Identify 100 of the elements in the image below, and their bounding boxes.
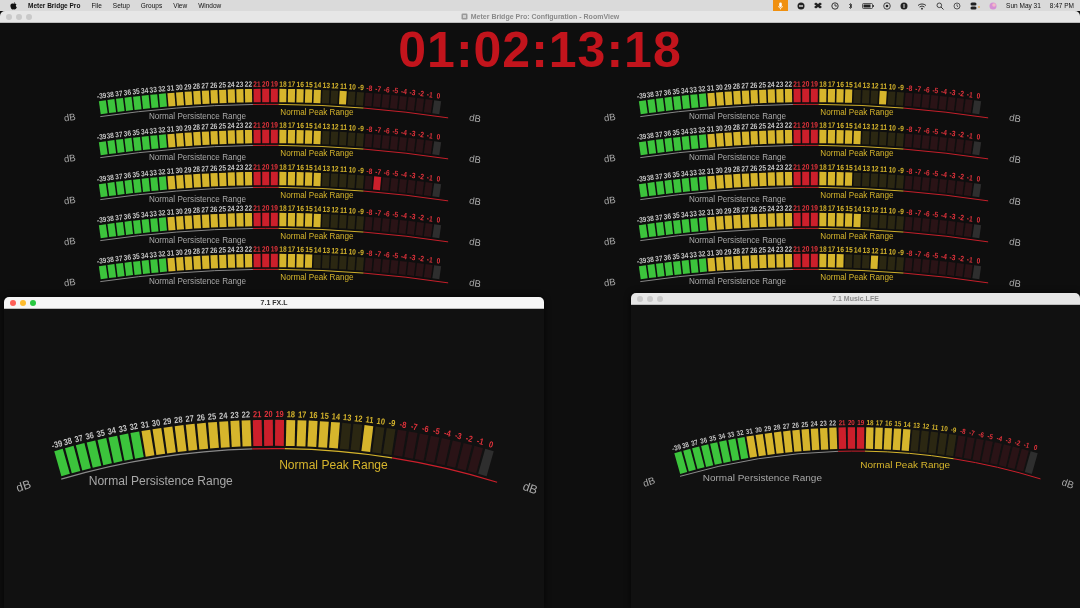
scale-label: 38	[62, 435, 74, 448]
range-label: Normal Peak Range	[820, 108, 894, 118]
unit-label: dB	[14, 477, 33, 496]
range-label: Normal Persistence Range	[689, 194, 787, 204]
record-icon[interactable]	[797, 1, 806, 10]
scale-label: -9	[387, 417, 396, 429]
scale-label: 12	[353, 413, 364, 425]
scale-label: 20	[802, 79, 810, 89]
scale-label: 19	[810, 244, 818, 255]
unit-label: dB	[468, 194, 482, 208]
range-label: Normal Persistence Range	[149, 277, 247, 287]
wifi-icon[interactable]	[917, 1, 928, 10]
unit-label: dB	[468, 152, 482, 166]
scale-label: -7	[410, 421, 419, 433]
toggle-icon[interactable]	[970, 1, 981, 10]
range-label: Normal Peak Range	[280, 232, 354, 242]
unit-label: dB	[603, 193, 617, 207]
range-label: Normal Peak Range	[820, 232, 894, 242]
scale-label: 20	[262, 79, 270, 89]
battery-icon[interactable]	[862, 1, 875, 10]
scale-label: 16	[309, 410, 318, 421]
scale-label: 22	[241, 409, 251, 420]
range-label: Normal Peak Range	[280, 190, 354, 200]
range-label: Normal Peak Range	[280, 149, 354, 159]
scale-label: -39	[50, 438, 64, 451]
scale-label: 21	[252, 409, 262, 420]
scale-label: 19	[810, 120, 818, 131]
scale-label: 33	[117, 423, 128, 435]
scale-label: 32	[128, 421, 139, 433]
range-label: Normal Persistence Range	[689, 277, 787, 287]
unit-label: dB	[521, 479, 540, 498]
unit-label: dB	[63, 276, 77, 289]
scale-label: -8	[399, 419, 408, 431]
scale-label: 30	[151, 417, 161, 429]
scale-label: 37	[73, 433, 84, 445]
unit-label: dB	[603, 152, 617, 165]
scale-label: 20	[262, 244, 270, 255]
range-label: Normal Peak Range	[820, 273, 894, 283]
boxes-icon[interactable]	[814, 1, 823, 10]
scale-label: -3	[453, 430, 463, 442]
unit-label: dB	[63, 110, 77, 124]
scale-label: 23	[230, 410, 239, 421]
scale-label: 20	[262, 203, 270, 213]
scale-label: -2	[464, 433, 474, 445]
range-label: Normal Peak Range	[279, 457, 388, 472]
apple-icon[interactable]	[10, 1, 17, 10]
range-label: Normal Peak Range	[820, 149, 894, 159]
unit-label: dB	[468, 235, 482, 249]
search-icon[interactable]	[936, 1, 945, 10]
scale-label: 26	[196, 412, 206, 423]
range-label: Normal Peak Range	[280, 108, 354, 118]
mic-icon	[778, 1, 784, 10]
range-label: Normal Peak Range	[859, 458, 950, 470]
scale-label: 19	[275, 409, 284, 420]
scale-label: 10	[376, 416, 386, 427]
scale-label: 31	[140, 419, 150, 431]
unit-label: dB	[468, 276, 482, 290]
scale-label: 36	[84, 430, 95, 442]
scale-label: -5	[432, 425, 441, 437]
unit-label: dB	[63, 152, 77, 165]
range-label: Normal Peak Range	[820, 190, 894, 200]
scale-label: 18	[286, 409, 296, 420]
scale-label: 19	[270, 161, 278, 172]
scale-label: 19	[810, 203, 818, 213]
scale-label: -4	[443, 428, 452, 440]
scale-label: 27	[184, 413, 195, 425]
bluetooth-icon[interactable]	[848, 1, 854, 10]
play-circle-icon[interactable]	[883, 1, 892, 10]
info-icon[interactable]	[900, 1, 909, 10]
clock-icon[interactable]	[831, 1, 840, 10]
unit-label: dB	[1008, 152, 1022, 166]
range-label: Normal Persistence Range	[149, 111, 247, 121]
scale-label: 20	[262, 161, 270, 172]
unit-label: dB	[1008, 276, 1022, 290]
unit-label: dB	[603, 110, 617, 124]
scale-label: 19	[270, 120, 278, 131]
app-icon	[460, 13, 468, 20]
scale-label: 14	[331, 411, 341, 422]
scale-label: 20	[802, 203, 810, 213]
scale-label: 29	[162, 416, 172, 427]
scale-label: 34	[106, 425, 117, 437]
range-label: Normal Persistence Range	[702, 471, 822, 483]
range-label: Normal Persistence Range	[689, 153, 787, 163]
scale-label: 15	[320, 410, 330, 422]
scale-label: 19	[270, 203, 278, 213]
scale-label: 20	[802, 244, 810, 255]
unit-label: dB	[63, 193, 77, 207]
unit-label: dB	[603, 234, 617, 248]
history-icon[interactable]	[953, 1, 962, 10]
scale-label: 19	[810, 161, 818, 172]
scale-label: 25	[207, 411, 217, 422]
scale-label: 35	[95, 427, 106, 440]
scale-label: 19	[270, 79, 278, 89]
scale-label: 20	[802, 120, 810, 131]
unit-label: dB	[63, 234, 77, 248]
unit-label: dB	[468, 111, 482, 125]
close-button[interactable]	[10, 299, 16, 306]
range-label: Normal Persistence Range	[689, 235, 787, 245]
scale-label: -6	[421, 423, 430, 435]
unit-label: dB	[1008, 111, 1022, 125]
